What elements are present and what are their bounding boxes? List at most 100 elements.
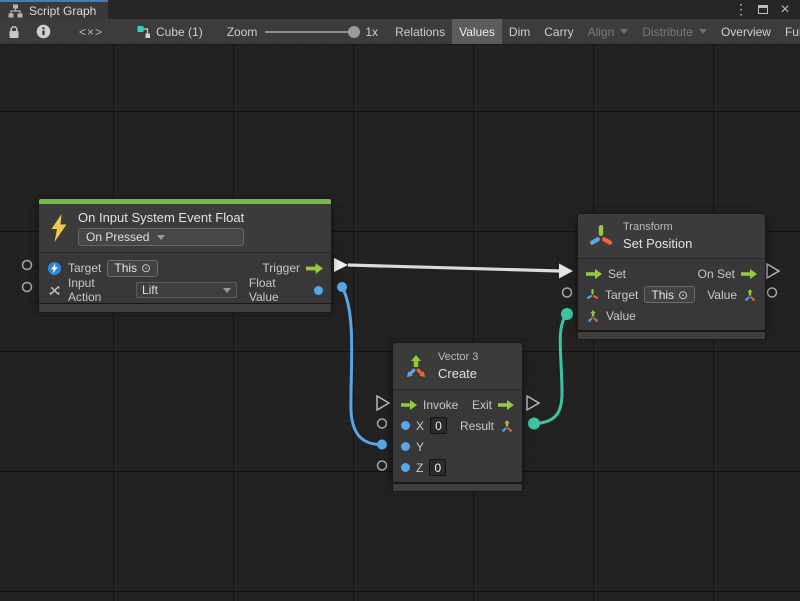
transform-mini-icon <box>586 288 599 301</box>
port-transform-onset-out[interactable] <box>767 264 779 278</box>
port-transform-value-in[interactable] <box>561 308 573 320</box>
vector3-node-footer[interactable] <box>392 483 523 492</box>
event-mode-label: On Pressed <box>86 230 149 244</box>
y-port-dot[interactable] <box>401 442 410 451</box>
title-bar: Script Graph ⋮ × <box>0 0 800 19</box>
input-action-select[interactable]: Lift <box>136 282 237 298</box>
event-node-footer[interactable] <box>38 303 332 313</box>
graph-asset-icon <box>137 25 152 39</box>
close-icon[interactable]: × <box>776 1 794 18</box>
vector3-mini-icon <box>586 309 600 323</box>
flow-arrow-icon <box>741 269 757 279</box>
port-vector3-y-in[interactable] <box>377 440 387 450</box>
node-transform-set-position[interactable]: Transform Set Position Set On Set <box>577 213 766 331</box>
input-system-icon <box>47 261 62 276</box>
flow-arrow-icon <box>586 269 602 279</box>
code-preview-button[interactable]: <×> <box>59 19 123 44</box>
wire-result-to-value[interactable] <box>536 315 566 424</box>
transform-node-header: Transform Set Position <box>578 214 765 258</box>
event-node-body: Target This ⊙ Trigger <box>39 252 331 305</box>
vector3-category: Vector 3 <box>438 351 478 363</box>
z-port-dot[interactable] <box>401 463 410 472</box>
distribute-label: Distribute <box>642 25 693 39</box>
port-vector3-z-in[interactable] <box>378 461 387 470</box>
transform-title: Set Position <box>623 236 692 251</box>
port-vector3-exit-out[interactable] <box>527 396 539 410</box>
maximize-icon[interactable] <box>754 1 772 18</box>
port-event-target-in[interactable] <box>23 261 32 270</box>
code-icon: <×> <box>79 25 103 39</box>
port-event-trigger-out[interactable] <box>334 258 348 272</box>
target-object-field[interactable]: This ⊙ <box>107 260 158 277</box>
graph-canvas[interactable]: On Input System Event Float On Pressed <box>0 45 800 601</box>
z-value-input[interactable]: 0 <box>429 459 446 476</box>
onset-label: On Set <box>698 267 735 281</box>
info-icon <box>36 24 51 39</box>
exit-label: Exit <box>472 398 492 412</box>
chevron-down-icon <box>223 288 231 293</box>
event-mode-dropdown[interactable]: On Pressed <box>78 228 244 246</box>
dim-button[interactable]: Dim <box>502 19 537 44</box>
info-button[interactable] <box>28 19 59 44</box>
event-node-title: On Input System Event Float <box>78 210 244 225</box>
script-graph-icon <box>8 4 23 18</box>
tab-label: Script Graph <box>29 4 96 18</box>
transform-node-footer[interactable] <box>577 331 766 340</box>
fullscreen-button[interactable]: Full Screen <box>778 19 800 44</box>
float-value-port-dot[interactable] <box>314 286 323 295</box>
z-label: Z <box>416 461 423 475</box>
align-label: Align <box>588 25 615 39</box>
lock-button[interactable] <box>0 19 28 44</box>
flow-arrow-icon <box>306 263 323 274</box>
y-label: Y <box>416 440 424 454</box>
lock-icon <box>8 25 20 39</box>
vector3-node-body: Invoke Exit X 0 Result <box>393 389 522 482</box>
port-vector3-invoke-in[interactable] <box>377 396 389 410</box>
port-event-inputaction-in[interactable] <box>23 283 32 292</box>
wire-floatvalue-to-y[interactable] <box>342 287 380 445</box>
input-action-label: Input Action <box>68 276 130 304</box>
distribute-dropdown[interactable]: Distribute <box>635 19 714 44</box>
zoom-label: Zoom <box>227 25 258 39</box>
tab-script-graph[interactable]: Script Graph <box>0 0 108 19</box>
object-picker-icon[interactable]: ⊙ <box>678 288 688 302</box>
zoom-slider-knob[interactable] <box>348 26 360 38</box>
transform-category: Transform <box>623 221 692 233</box>
input-action-value: Lift <box>142 283 158 297</box>
graph-breadcrumb[interactable]: Cube (1) <box>123 19 217 44</box>
graph-name-label: Cube (1) <box>156 25 203 39</box>
x-port-dot[interactable] <box>401 421 410 430</box>
chevron-down-icon <box>699 29 707 34</box>
port-transform-value-out[interactable] <box>768 288 777 297</box>
port-event-floatvalue-out[interactable] <box>337 282 347 292</box>
port-vector3-x-in[interactable] <box>378 419 387 428</box>
trigger-label: Trigger <box>262 261 300 275</box>
node-vector3-create[interactable]: Vector 3 Create Invoke Exit <box>392 342 523 483</box>
transform-target-value: This <box>651 288 674 302</box>
object-picker-icon[interactable]: ⊙ <box>141 261 151 275</box>
graph-toolbar: <×> Cube (1) Zoom 1x Relations Values <box>0 19 800 45</box>
zoom-slider[interactable] <box>265 31 357 33</box>
wire-trigger-to-set[interactable] <box>348 265 560 271</box>
wire-trigger-arrowhead <box>559 264 573 279</box>
float-value-label: Float Value <box>249 276 308 304</box>
relations-button[interactable]: Relations <box>388 19 452 44</box>
flow-arrow-icon <box>498 400 514 410</box>
transform-target-label: Target <box>605 288 638 302</box>
transform-target-object-field[interactable]: This ⊙ <box>644 286 695 303</box>
lightning-bolt-icon <box>49 214 69 242</box>
kebab-menu-icon[interactable]: ⋮ <box>732 1 750 18</box>
port-vector3-result-out[interactable] <box>528 418 540 430</box>
port-transform-target-in[interactable] <box>563 288 572 297</box>
set-label: Set <box>608 267 626 281</box>
x-value-input[interactable]: 0 <box>430 417 447 434</box>
transform-node-body: Set On Set Target <box>578 258 765 330</box>
target-value: This <box>114 261 137 275</box>
carry-button[interactable]: Carry <box>537 19 580 44</box>
invoke-label: Invoke <box>423 398 458 412</box>
values-button[interactable]: Values <box>452 19 502 44</box>
overview-button[interactable]: Overview <box>714 19 778 44</box>
chevron-down-icon <box>157 235 165 240</box>
node-on-input-system-event-float[interactable]: On Input System Event Float On Pressed <box>38 198 332 306</box>
align-dropdown[interactable]: Align <box>581 19 636 44</box>
